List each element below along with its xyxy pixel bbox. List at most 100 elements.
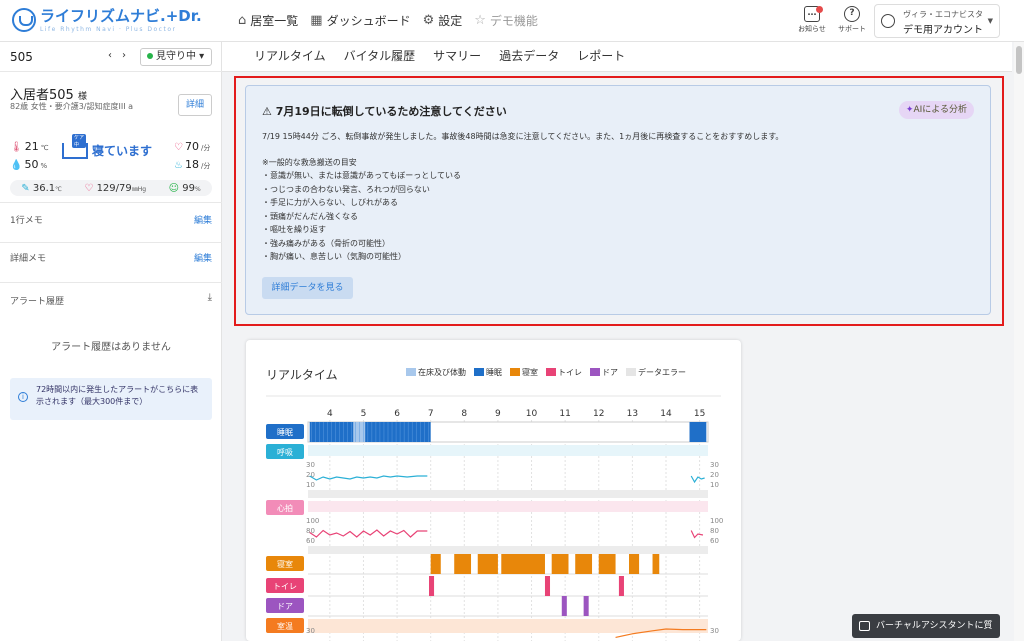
nav-room-list[interactable]: ⌂ 居室一覧 bbox=[238, 12, 298, 29]
tab-summary[interactable]: サマリー bbox=[433, 42, 481, 71]
nav-settings[interactable]: ⚙ 設定 bbox=[423, 12, 463, 29]
detail-data-button[interactable]: 詳細データを見る bbox=[262, 277, 353, 299]
star-icon: ☆ bbox=[474, 13, 486, 28]
chevron-down-icon: ▼ bbox=[987, 17, 993, 25]
account-menu[interactable]: ヴィラ・エコナビスタ デモ用アカウント ▼ bbox=[874, 4, 1000, 38]
event-segment bbox=[429, 576, 435, 596]
main-nav: ⌂ 居室一覧 ▦ ダッシュボード ⚙ 設定 ☆ デモ機能 bbox=[238, 12, 538, 29]
error-band bbox=[308, 490, 708, 498]
room-temp-scale-label: 30 bbox=[306, 627, 315, 635]
room-temperature: 🌡 21 ℃ bbox=[10, 140, 49, 153]
next-room-icon[interactable]: › bbox=[122, 50, 136, 61]
notice-button[interactable]: … お知らせ bbox=[794, 4, 830, 34]
row-label: 心拍 bbox=[277, 503, 293, 513]
row-label: トイレ bbox=[273, 582, 297, 591]
hour-tick-label: 9 bbox=[495, 409, 501, 419]
app-logo[interactable]: ライフリズムナビ.+Dr. Life Rhythm Navi · Plus Do… bbox=[12, 6, 202, 34]
event-segment bbox=[598, 554, 616, 574]
grid-icon: ▦ bbox=[310, 13, 323, 28]
guide-item: ・強み痛みがある（骨折の可能性） bbox=[262, 238, 390, 248]
facility-name: ヴィラ・エコナビスタ bbox=[903, 10, 983, 19]
one-line-memo-label: 1行メモ bbox=[10, 216, 43, 226]
virtual-assistant-button[interactable]: バーチャルアシスタントに質問 bbox=[852, 614, 1000, 638]
alert-info-box: i 72時間以内に発生したアラートがこちらに表示されます（最大300件まで） bbox=[10, 378, 212, 420]
detail-memo-section: 詳細メモ 編集 bbox=[0, 242, 222, 282]
room-humidity: 💧 50% bbox=[10, 158, 48, 171]
thermometer-icon: 🌡 bbox=[10, 142, 23, 153]
chart-title: リアルタイム bbox=[266, 368, 338, 382]
heart-scale-label: 60 bbox=[710, 537, 719, 545]
row-label: 室温 bbox=[277, 621, 293, 631]
legend-item: ドア bbox=[590, 367, 618, 378]
event-segment bbox=[561, 596, 567, 616]
nav-demo[interactable]: ☆ デモ機能 bbox=[474, 12, 538, 29]
alert-history-label: アラート履歴 bbox=[10, 297, 65, 307]
legend-item: 睡眠 bbox=[474, 367, 502, 378]
row-label: 寝室 bbox=[277, 559, 293, 569]
support-button[interactable]: ? サポート bbox=[834, 4, 870, 34]
tab-report[interactable]: レポート bbox=[577, 42, 625, 71]
detail-memo-edit[interactable]: 編集 bbox=[194, 251, 212, 264]
hour-tick-label: 8 bbox=[461, 409, 467, 419]
nav-dashboard[interactable]: ▦ ダッシュボード bbox=[310, 12, 410, 29]
one-line-memo-section: 1行メモ 編集 bbox=[0, 202, 222, 242]
download-icon[interactable]: ⤓ bbox=[208, 292, 212, 303]
logo-text: ライフリズムナビ.+Dr. bbox=[40, 7, 202, 25]
logo-heart-icon bbox=[12, 8, 36, 32]
blood-pressure: ♡ 129/79㎜Hg bbox=[84, 182, 147, 194]
ai-analysis-badge: ✦AIによる分析 bbox=[898, 101, 974, 119]
tab-vital-history[interactable]: バイタル履歴 bbox=[344, 42, 416, 71]
thermometer-icon: ✎ bbox=[21, 182, 30, 194]
event-segment bbox=[618, 576, 624, 596]
one-line-memo-edit[interactable]: 編集 bbox=[194, 213, 212, 226]
body-temperature: ✎ 36.1℃ bbox=[21, 182, 62, 194]
lungs-icon: ♨ bbox=[174, 160, 183, 171]
watch-status-dropdown[interactable]: 見守り中 ▾ bbox=[140, 48, 212, 66]
event-segment bbox=[583, 596, 589, 616]
event-segment bbox=[544, 576, 551, 596]
heart-scale-label: 60 bbox=[306, 537, 315, 545]
event-segment bbox=[430, 554, 441, 574]
resp-band bbox=[308, 445, 708, 456]
sleep-segment bbox=[689, 422, 707, 442]
resp-scale-label: 30 bbox=[710, 461, 719, 469]
row-label: 呼吸 bbox=[277, 447, 293, 457]
heart-icon: ♡ bbox=[174, 142, 183, 153]
guide-title: ※一般的な救急搬送の目安 bbox=[262, 157, 357, 167]
scrollbar-thumb[interactable] bbox=[1016, 46, 1022, 74]
guide-item: ・頭痛がだんだん強くなる bbox=[262, 211, 358, 221]
resp-line bbox=[309, 475, 428, 481]
heart-icon: ♡ bbox=[84, 182, 94, 194]
page-scrollbar[interactable] bbox=[1014, 42, 1024, 641]
bed-icon: ケア中 bbox=[62, 133, 88, 159]
fall-alert-notice: ⚠ 7月19日に転倒しているため注意してください ✦AIによる分析 7/19 1… bbox=[245, 85, 991, 315]
row-label: 睡眠 bbox=[277, 428, 293, 437]
error-band bbox=[308, 546, 708, 554]
event-segment bbox=[629, 554, 640, 574]
hour-tick-label: 12 bbox=[593, 409, 604, 419]
home-icon: ⌂ bbox=[238, 13, 247, 28]
tab-past-data[interactable]: 過去データ bbox=[499, 42, 559, 71]
room-arrows: ‹› bbox=[108, 50, 136, 61]
vitals-summary-bar: ✎ 36.1℃ ♡ 129/79㎜Hg ☺ 99% bbox=[10, 180, 212, 196]
legend-item: トイレ bbox=[546, 367, 582, 378]
tab-realtime[interactable]: リアルタイム bbox=[254, 42, 326, 71]
heart-line bbox=[309, 529, 428, 538]
help-icon: ? bbox=[844, 6, 860, 22]
hour-tick-label: 4 bbox=[327, 409, 333, 419]
event-segment bbox=[477, 554, 498, 574]
event-segment bbox=[575, 554, 593, 574]
event-segment bbox=[551, 554, 569, 574]
hour-tick-label: 6 bbox=[394, 409, 400, 419]
sleep-segment bbox=[353, 422, 366, 442]
detail-memo-label: 詳細メモ bbox=[10, 254, 47, 264]
oxygen-icon: ☺ bbox=[168, 182, 180, 194]
resident-detail-button[interactable]: 詳細 bbox=[178, 94, 212, 116]
prev-room-icon[interactable]: ‹ bbox=[108, 50, 122, 61]
guide-item: ・つじつまの合わない発言、ろれつが回らない bbox=[262, 184, 430, 194]
chart-legend: 在床及び体動 睡眠 寝室 トイレ ドア データエラー bbox=[406, 367, 686, 378]
robot-icon bbox=[859, 621, 870, 631]
resident-info: 82歳 女性・要介護3/認知症度III a bbox=[10, 102, 134, 111]
heart-line bbox=[690, 530, 704, 539]
resp-scale-label: 30 bbox=[306, 461, 315, 469]
